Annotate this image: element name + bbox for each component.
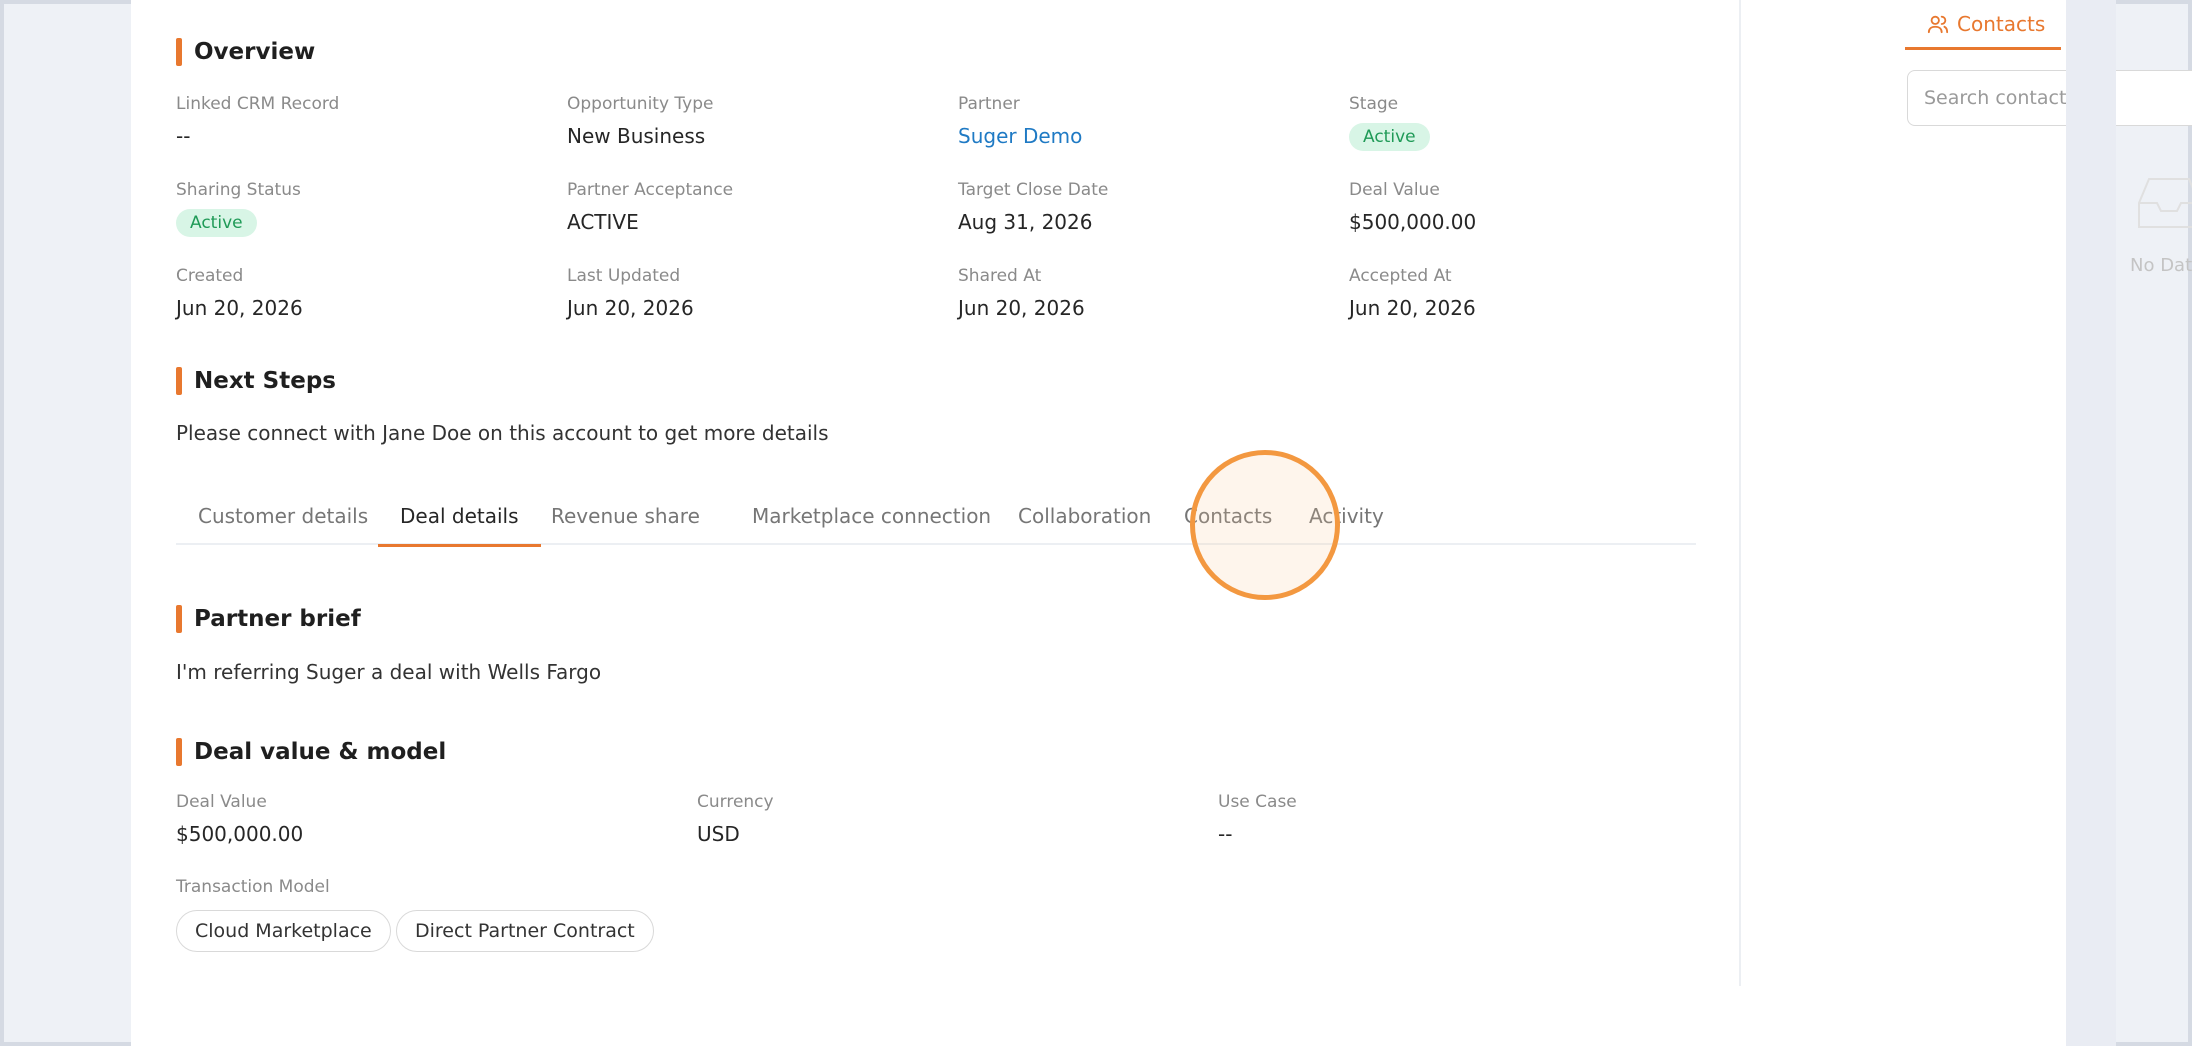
field-label: Shared At	[958, 266, 1042, 286]
side-tab-contacts[interactable]: Contacts	[1905, 0, 2061, 50]
field-label: Use Case	[1218, 792, 1297, 812]
transaction-model-tag: Cloud Marketplace	[176, 910, 391, 952]
sharing-status-badge: Active	[176, 209, 257, 237]
click-indicator	[1190, 450, 1340, 600]
section-accent-bar	[176, 605, 182, 633]
section-accent-bar	[176, 367, 182, 395]
empty-inbox-icon	[2138, 178, 2192, 228]
field-shared-at: Shared At Jun 20, 2026	[958, 265, 1085, 321]
field-deal-value-model: Deal Value $500,000.00	[176, 791, 303, 847]
users-icon	[1927, 15, 1949, 33]
field-last-updated: Last Updated Jun 20, 2026	[567, 265, 694, 321]
field-label: Deal Value	[176, 792, 267, 812]
field-target-close-date: Target Close Date Aug 31, 2026	[958, 179, 1108, 235]
field-transaction-model: Transaction Model	[176, 876, 330, 898]
partner-link[interactable]: Suger Demo	[958, 123, 1082, 149]
field-value: Jun 20, 2026	[176, 296, 303, 320]
field-label: Currency	[697, 792, 774, 812]
field-label: Deal Value	[1349, 180, 1440, 200]
field-label: Transaction Model	[176, 877, 330, 897]
field-label: Last Updated	[567, 266, 681, 286]
field-label: Opportunity Type	[567, 94, 714, 114]
search-contacts-input[interactable]	[1907, 70, 2192, 126]
overview-section-title: Overview	[176, 38, 315, 66]
field-label: Stage	[1349, 94, 1399, 114]
field-value: ACTIVE	[567, 210, 639, 234]
background-strip	[2066, 0, 2116, 1046]
field-deal-value: Deal Value $500,000.00	[1349, 179, 1476, 235]
transaction-model-tag: Direct Partner Contract	[396, 910, 654, 952]
field-value: --	[176, 124, 191, 148]
field-value: New Business	[567, 124, 706, 148]
partner-brief-section-title: Partner brief	[176, 605, 361, 633]
field-value: Jun 20, 2026	[958, 296, 1085, 320]
deal-value-model-section-title: Deal value & model	[176, 738, 446, 766]
field-opportunity-type: Opportunity Type New Business	[567, 93, 713, 149]
section-accent-bar	[176, 38, 182, 66]
partner-brief-text: I'm referring Suger a deal with Wells Fa…	[176, 660, 602, 684]
tab-marketplace-connection[interactable]: Marketplace connection	[730, 504, 1013, 545]
field-linked-crm-record: Linked CRM Record --	[176, 93, 339, 149]
field-label: Created	[176, 266, 244, 286]
partner-brief-title: Partner brief	[194, 606, 361, 632]
field-currency: Currency USD	[697, 791, 774, 847]
main-content: Overview Linked CRM Record -- Opportunit…	[176, 0, 1696, 1046]
field-value: USD	[697, 822, 740, 846]
detail-tabs: Customer details Deal details Revenue sh…	[176, 490, 1696, 547]
field-sharing-status: Sharing Status Active	[176, 179, 301, 237]
tab-collaboration[interactable]: Collaboration	[996, 504, 1173, 545]
field-label: Target Close Date	[958, 180, 1109, 200]
field-value: Jun 20, 2026	[1349, 296, 1476, 320]
field-label: Partner	[958, 94, 1020, 114]
field-label: Linked CRM Record	[176, 94, 340, 114]
tab-revenue-share[interactable]: Revenue share	[529, 504, 722, 545]
tab-customer-details[interactable]: Customer details	[176, 504, 390, 545]
field-created: Created Jun 20, 2026	[176, 265, 303, 321]
field-value: --	[1218, 822, 1233, 846]
field-value: Aug 31, 2026	[958, 210, 1093, 234]
field-use-case: Use Case --	[1218, 791, 1297, 847]
next-steps-title: Next Steps	[194, 368, 336, 394]
section-accent-bar	[176, 738, 182, 766]
field-partner: Partner Suger Demo	[958, 93, 1082, 149]
page-container: Overview Linked CRM Record -- Opportunit…	[131, 0, 2192, 1046]
field-accepted-at: Accepted At Jun 20, 2026	[1349, 265, 1476, 321]
deal-value-model-title: Deal value & model	[194, 739, 447, 765]
next-steps-text: Please connect with Jane Doe on this acc…	[176, 421, 829, 445]
field-value: Jun 20, 2026	[567, 296, 694, 320]
stage-status-badge: Active	[1349, 123, 1430, 151]
field-value: $500,000.00	[176, 822, 304, 846]
contacts-side-panel: Contacts No Data	[1905, 0, 2192, 1046]
panel-divider	[1739, 0, 1741, 986]
field-label: Partner Acceptance	[567, 180, 734, 200]
field-value: $500,000.00	[1349, 210, 1477, 234]
field-partner-acceptance: Partner Acceptance ACTIVE	[567, 179, 733, 235]
field-stage: Stage Active	[1349, 93, 1430, 151]
side-tab-label: Contacts	[1957, 11, 2046, 36]
field-label: Accepted At	[1349, 266, 1452, 286]
tab-deal-details[interactable]: Deal details	[378, 504, 541, 547]
field-label: Sharing Status	[176, 180, 301, 200]
next-steps-section-title: Next Steps	[176, 367, 336, 395]
empty-state-text: No Data	[2130, 255, 2192, 276]
overview-title: Overview	[194, 39, 316, 65]
